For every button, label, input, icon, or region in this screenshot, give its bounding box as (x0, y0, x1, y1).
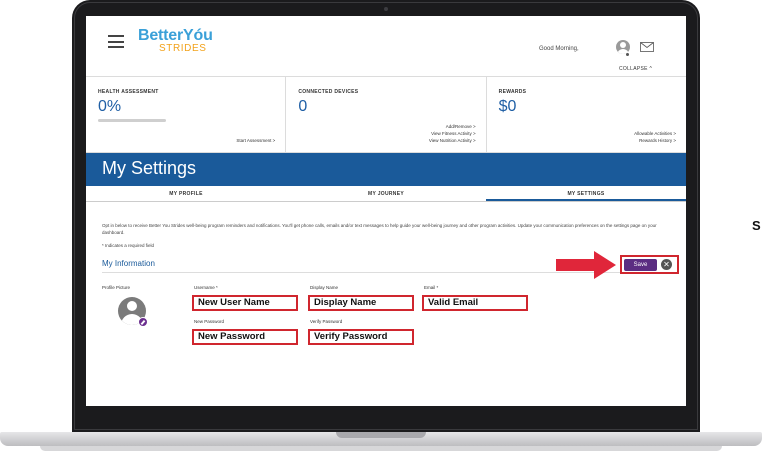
display-name-field[interactable]: Display Name (308, 295, 414, 311)
mail-icon[interactable] (640, 42, 654, 52)
rewards-value: $0 (498, 98, 517, 115)
app-header: BetterYóu STRIDES Good Morning, COLLAPSE… (86, 16, 686, 76)
logo-wordmark: BetterYóu (138, 27, 213, 44)
user-avatar-icon[interactable] (616, 40, 630, 54)
stats-row: HEALTH ASSESSMENT 0% Start Assessment > … (86, 76, 686, 153)
verify-password-label: Verify Password (310, 319, 343, 324)
connected-devices-card: CONNECTED DEVICES 0 Add/Remove > View Fi… (285, 77, 485, 152)
verify-password-field[interactable]: Verify Password (308, 329, 414, 345)
section-title: My Information (102, 259, 155, 268)
camera-dot (384, 7, 388, 11)
page-title: My Settings (102, 158, 197, 178)
hamburger-menu-icon[interactable] (108, 35, 124, 48)
tab-my-settings[interactable]: MY SETTINGS (486, 186, 686, 201)
devices-links: Add/Remove > View Fitness Activity > Vie… (429, 123, 476, 144)
tab-bar: MY PROFILE MY JOURNEY MY SETTINGS (86, 186, 686, 202)
save-button[interactable]: Save (624, 259, 657, 271)
health-assessment-card: HEALTH ASSESSMENT 0% Start Assessment > (86, 77, 285, 152)
allowable-activities-link[interactable]: Allowable Activities > (634, 130, 676, 137)
health-assessment-title: HEALTH ASSESSMENT (98, 89, 159, 95)
start-assessment-link[interactable]: Start Assessment > (236, 137, 275, 144)
edit-pencil-icon[interactable] (138, 317, 148, 327)
page-title-band: My Settings (86, 153, 686, 186)
laptop-frame: BetterYóu STRIDES Good Morning, COLLAPSE… (72, 0, 700, 432)
logo[interactable]: BetterYóu STRIDES (138, 28, 213, 54)
avatar-dropdown-icon[interactable] (626, 53, 629, 56)
health-assessment-progress-bar (98, 119, 166, 122)
pointer-arrow-icon (556, 251, 616, 279)
rewards-card: REWARDS $0 Allowable Activities > Reward… (485, 77, 686, 152)
view-fitness-link[interactable]: View Fitness Activity > (429, 130, 476, 137)
new-password-label: New Password (194, 319, 225, 324)
rewards-history-link[interactable]: Rewards History > (634, 137, 676, 144)
username-field[interactable]: New User Name (192, 295, 298, 311)
rewards-links: Allowable Activities > Rewards History > (634, 130, 676, 144)
required-note: * Indicates a required field (102, 243, 155, 248)
tab-my-profile[interactable]: MY PROFILE (86, 186, 286, 201)
laptop-base-shadow (40, 446, 722, 451)
logo-subtitle: STRIDES (159, 43, 207, 54)
view-nutrition-link[interactable]: View Nutrition Activity > (429, 137, 476, 144)
add-remove-link[interactable]: Add/Remove > (429, 123, 476, 130)
collapse-toggle[interactable]: COLLAPSE ^ (619, 66, 652, 72)
display-name-label: Display Name (310, 285, 339, 290)
health-links: Start Assessment > (236, 137, 275, 144)
new-password-field[interactable]: New Password (192, 329, 298, 345)
tab-my-journey[interactable]: MY JOURNEY (286, 186, 486, 201)
profile-picture-label: Profile Picture (102, 285, 131, 290)
connected-devices-value: 0 (298, 98, 308, 115)
health-assessment-value: 0% (98, 98, 122, 115)
intro-text: Opt in below to receive Better You Strid… (102, 223, 657, 235)
laptop-base-notch (336, 432, 426, 438)
laptop-screen: BetterYóu STRIDES Good Morning, COLLAPSE… (86, 16, 686, 406)
greeting-text: Good Morning, (539, 46, 579, 52)
rewards-title: REWARDS (498, 89, 527, 95)
close-icon[interactable]: ✕ (661, 259, 672, 270)
email-field[interactable]: Valid Email (422, 295, 528, 311)
email-label: Email * (424, 285, 439, 290)
connected-devices-title: CONNECTED DEVICES (298, 89, 359, 95)
side-text-fragment: S (752, 218, 761, 233)
username-label: Username * (194, 285, 218, 290)
